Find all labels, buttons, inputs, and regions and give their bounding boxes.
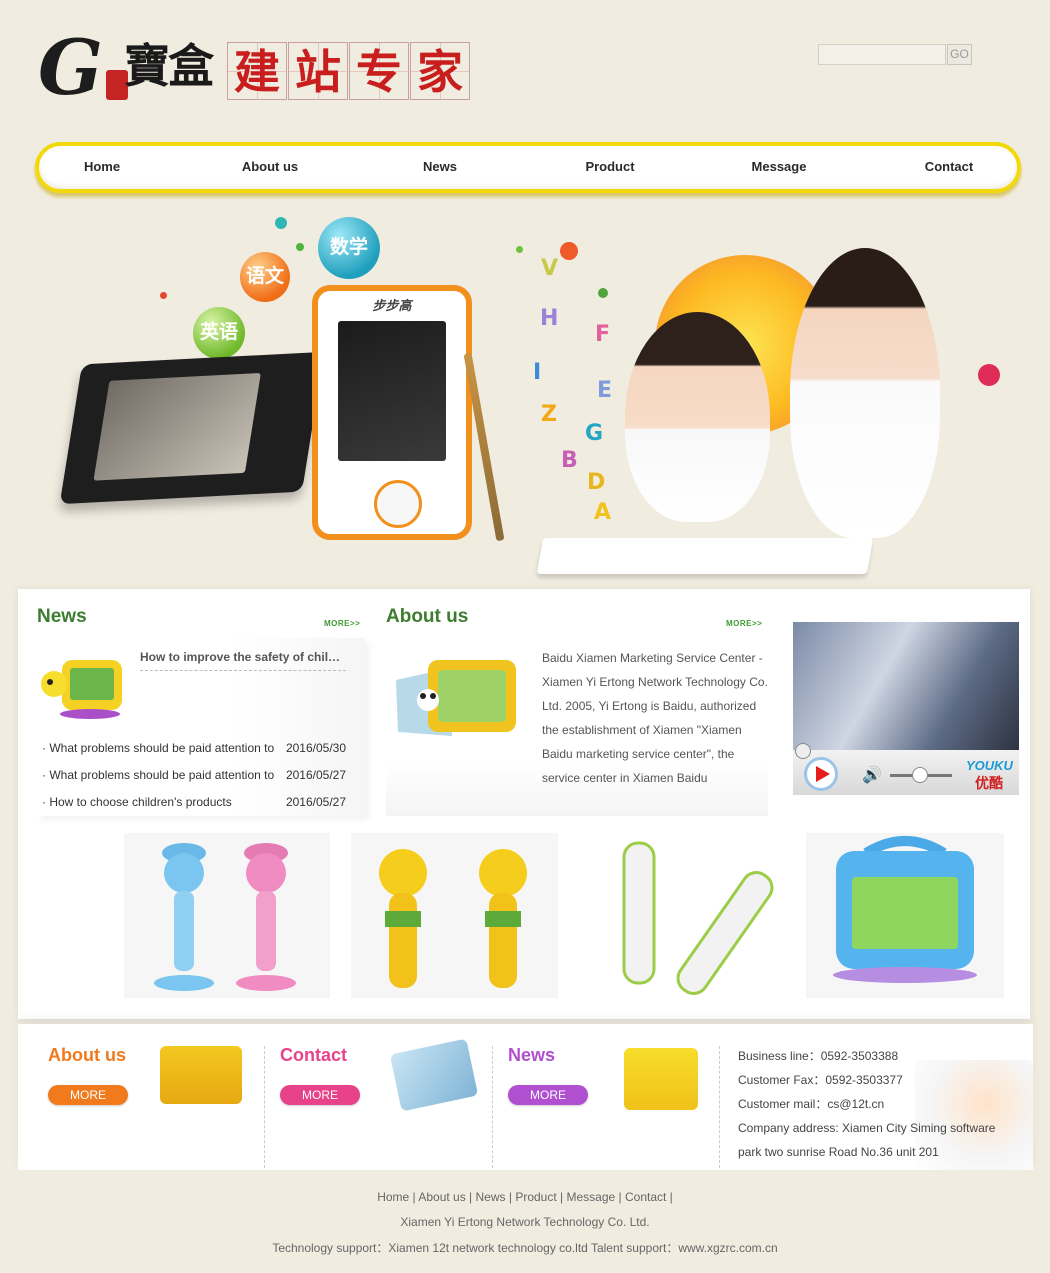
news-item-date: 2016/05/27 (285, 795, 346, 809)
about-description: Baidu Xiamen Marketing Service Center - … (542, 651, 768, 785)
play-button[interactable] (804, 757, 838, 791)
nav-about-us[interactable]: About us (242, 159, 298, 174)
video-frame (793, 622, 1019, 750)
nav-product[interactable]: Product (585, 159, 634, 174)
confetti-dot (978, 364, 1000, 386)
letter-decor: D (587, 470, 606, 495)
search-button[interactable]: GO (947, 44, 972, 65)
news-item-title[interactable]: What problems should be paid attention t… (49, 741, 287, 755)
footer-link-contact[interactable]: Contact (625, 1190, 666, 1204)
youku-logo-cn: 优酷 (975, 775, 1003, 791)
bottom-news-more-button[interactable]: MORE (508, 1085, 588, 1105)
logo-letter: G (38, 23, 103, 112)
english-ball: 英语 (193, 307, 245, 359)
bottom-about-title: About us (48, 1045, 126, 1065)
slogan-char: 家 (410, 42, 470, 100)
product-image-bee-pens[interactable] (351, 833, 558, 998)
company-address-line2: park two sunrise Road No.36 unit 201 (738, 1145, 939, 1159)
device-brand: 步步高 (372, 298, 412, 313)
nav-contact[interactable]: Contact (925, 159, 973, 174)
news-lead-title[interactable]: How to improve the safety of children (140, 650, 346, 671)
news-item-date: 2016/05/30 (285, 741, 346, 755)
device-screen (338, 321, 446, 461)
slogan-char: 建 (227, 42, 287, 100)
slogan-char: 专 (349, 42, 409, 100)
letter-decor: E (597, 378, 613, 403)
footer-link-home[interactable]: Home (377, 1190, 409, 1204)
business-line: Business line：0592-3503388 (738, 1049, 899, 1063)
letter-decor: F (595, 322, 611, 347)
chinese-ball: 语文 (240, 252, 290, 302)
device-dpad-icon (374, 480, 422, 528)
divider (264, 1046, 265, 1168)
contact-info: Business line：0592-3503388 Customer Fax：… (738, 1044, 995, 1164)
nav-news[interactable]: News (423, 159, 457, 174)
slogan-char: 站 (288, 42, 348, 100)
letter-decor: A (594, 500, 612, 525)
news-more-link[interactable]: MORE>> (324, 619, 360, 628)
news-list-item[interactable]: · What problems should be paid attention… (42, 741, 346, 755)
confetti-dot (516, 246, 523, 253)
letter-decor: Z (541, 402, 557, 427)
child-photo (625, 312, 770, 522)
customer-fax: Customer Fax：0592-3503377 (738, 1073, 903, 1087)
confetti-dot (160, 292, 167, 299)
search-input[interactable] (818, 44, 946, 65)
footer-link-about[interactable]: About us (418, 1190, 465, 1204)
customer-mail: Customer mail：cs@12t.cn (738, 1097, 885, 1111)
confetti-dot (296, 243, 304, 251)
footer-link-message[interactable]: Message (566, 1190, 615, 1204)
news-item-title[interactable]: What problems should be paid attention t… (49, 768, 287, 782)
company-address-line1: Company address: Xiamen City Siming soft… (738, 1121, 996, 1135)
bottom-news-image (624, 1048, 698, 1110)
about-toy-image (390, 650, 520, 745)
bottom-news-title: News (508, 1045, 556, 1065)
math-ball: 数学 (318, 217, 380, 279)
footer-links: Home | About us | News | Product | Messa… (377, 1190, 673, 1204)
nav-home[interactable]: Home (84, 159, 120, 174)
youku-logo: YOUKU (966, 758, 1013, 773)
confetti-dot (275, 217, 287, 229)
product-image-frog-pens[interactable] (124, 833, 330, 998)
volume-icon[interactable]: 🔊 (862, 765, 882, 785)
mother-photo (790, 248, 940, 538)
news-list-item[interactable]: · What problems should be paid attention… (42, 768, 346, 782)
main-nav: Home About us News Product Message Conta… (35, 142, 1021, 193)
volume-slider-knob[interactable] (912, 767, 928, 783)
open-book-image (536, 538, 874, 574)
footer-company: Xiamen Yi Ertong Network Technology Co. … (400, 1215, 650, 1229)
divider (719, 1046, 720, 1168)
handheld-device-image: 步步高 (312, 285, 472, 540)
logo-slogan: 建 站 专 家 (227, 42, 471, 100)
about-more-link[interactable]: MORE>> (726, 619, 762, 628)
product-image-learning-tablet[interactable] (806, 833, 1004, 998)
confetti-dot (560, 242, 578, 260)
footer-link-news[interactable]: News (476, 1190, 506, 1204)
letter-decor: I (533, 360, 542, 385)
letter-decor: G (585, 421, 604, 446)
letter-decor: V (541, 256, 559, 281)
product-image-reading-pens[interactable] (580, 833, 785, 998)
about-section-title: About us (386, 606, 469, 627)
logo-brand: 寶盒 (124, 39, 214, 93)
bottom-about-more-button[interactable]: MORE (48, 1085, 128, 1105)
news-section-title: News (37, 606, 87, 627)
bottom-contact-title: Contact (280, 1045, 347, 1065)
letter-decor: B (561, 448, 578, 473)
tablet-screen (93, 372, 261, 481)
news-item-date: 2016/05/27 (285, 768, 346, 782)
news-lead-image[interactable] (40, 652, 130, 722)
divider (492, 1046, 493, 1168)
seek-slider-knob[interactable] (795, 743, 811, 759)
news-list-item[interactable]: · How to choose children's products 2016/… (42, 795, 346, 809)
footer-support: Technology support：Xiamen 12t network te… (272, 1241, 778, 1255)
letter-decor: H (540, 306, 559, 331)
footer-link-product[interactable]: Product (515, 1190, 556, 1204)
bottom-about-image (160, 1046, 242, 1104)
confetti-dot (598, 288, 608, 298)
news-item-title[interactable]: How to choose children's products (49, 795, 287, 809)
nav-message[interactable]: Message (752, 159, 807, 174)
learning-tablet-image (59, 351, 325, 505)
bottom-contact-more-button[interactable]: MORE (280, 1085, 360, 1105)
